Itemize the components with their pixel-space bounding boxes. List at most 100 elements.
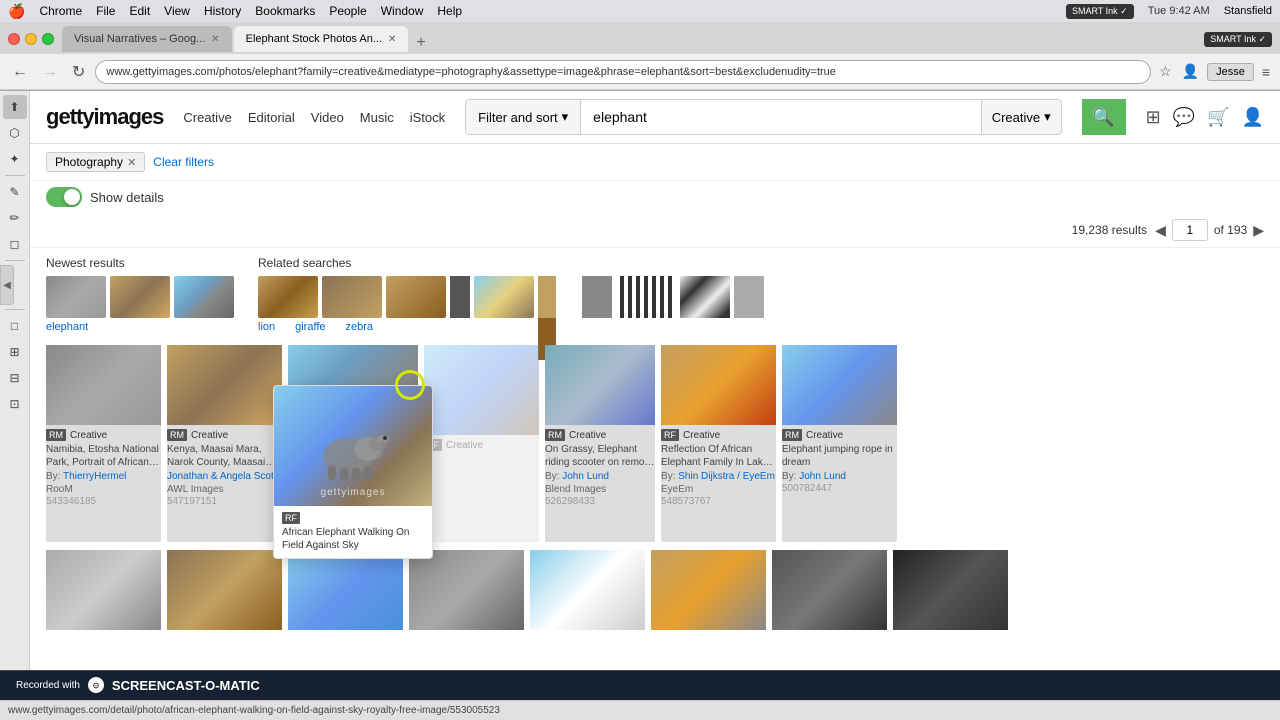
nav-istock[interactable]: iStock — [410, 110, 445, 125]
image-card-r2-8[interactable] — [893, 550, 1008, 630]
image-card-r2-7[interactable] — [772, 550, 887, 630]
smart-select-tool[interactable]: ✦ — [3, 147, 27, 171]
address-bar[interactable] — [95, 60, 1151, 84]
highlighter-tool[interactable]: ✏ — [3, 206, 27, 230]
image-card-4[interactable]: RF Creative — [424, 345, 539, 542]
nav-creative[interactable]: Creative — [183, 110, 231, 125]
image-author-link-5[interactable]: John Lund — [562, 471, 609, 482]
account-icon[interactable]: 👤 — [1242, 107, 1264, 128]
related-thumb-zebra2[interactable] — [680, 276, 730, 318]
menu-view[interactable]: View — [164, 4, 190, 18]
menu-file[interactable]: File — [96, 4, 115, 18]
image-agency-5: Blend Images — [545, 484, 655, 495]
pen-tool[interactable]: ✎ — [3, 180, 27, 204]
tab-1[interactable]: Visual Narratives – Goog... ✕ — [62, 26, 232, 52]
image-author-link-7[interactable]: John Lund — [799, 471, 846, 482]
image-card-r2-3[interactable] — [288, 550, 403, 630]
menu-window[interactable]: Window — [381, 4, 424, 18]
search-category-dropdown[interactable]: Creative ▾ — [981, 100, 1061, 134]
nav-video[interactable]: Video — [311, 110, 344, 125]
related-thumb-giraffe[interactable] — [474, 276, 534, 318]
eraser-tool[interactable]: ◻ — [3, 232, 27, 256]
menu-bookmarks[interactable]: Bookmarks — [255, 4, 315, 18]
related-thumb-4[interactable] — [450, 276, 470, 318]
newest-thumb-3[interactable] — [174, 276, 234, 318]
sidebar-collapse-button[interactable]: ◀ — [0, 265, 14, 305]
image-card-r2-4[interactable] — [409, 550, 524, 630]
browser-toolbar: ← → ↻ ☆ 👤 Jesse ≡ — [0, 54, 1280, 90]
close-button[interactable] — [8, 33, 20, 45]
tab-2-close[interactable]: ✕ — [388, 34, 396, 45]
image-card-r2-1[interactable] — [46, 550, 161, 630]
menu-help[interactable]: Help — [437, 4, 462, 18]
profile-icon[interactable]: 👤 — [1180, 61, 1201, 82]
settings-icon[interactable]: ≡ — [1260, 62, 1272, 82]
apple-menu[interactable]: 🍎 — [8, 3, 25, 20]
reload-button[interactable]: ↻ — [68, 60, 89, 84]
image-card-2[interactable]: RM Creative Kenya, Maasai Mara, Narok Co… — [167, 345, 282, 542]
image-author-link-6[interactable]: Shin Dijkstra / EyeEm — [678, 471, 775, 482]
related-thumb-lion3[interactable] — [386, 276, 446, 318]
image-card-7[interactable]: RM Creative Elephant jumping rope in dre… — [782, 345, 897, 542]
search-input[interactable] — [581, 100, 981, 134]
image-card-1[interactable]: RM Creative Namibia, Etosha National Par… — [46, 345, 161, 542]
extra-tool-2[interactable]: ⊟ — [3, 366, 27, 390]
clear-filters-link[interactable]: Clear filters — [153, 155, 214, 169]
menu-people[interactable]: People — [329, 4, 366, 18]
newest-thumb-2[interactable] — [110, 276, 170, 318]
extra-tool-1[interactable]: ⊞ — [3, 340, 27, 364]
menu-chrome[interactable]: Chrome — [39, 4, 82, 18]
cursor-tool[interactable]: ⬆ — [3, 95, 27, 119]
show-details-toggle[interactable] — [46, 187, 82, 207]
related-thumb-zebra[interactable] — [616, 276, 676, 318]
image-card-r2-6[interactable] — [651, 550, 766, 630]
menu-history[interactable]: History — [204, 4, 241, 18]
shapes-tool[interactable]: □ — [3, 314, 27, 338]
new-tab-button[interactable]: + — [410, 34, 431, 52]
maximize-button[interactable] — [42, 33, 54, 45]
image-badge-1: RM Creative — [46, 429, 161, 441]
bookmark-icon[interactable]: ☆ — [1157, 61, 1174, 82]
related-thumb-5[interactable] — [538, 276, 556, 318]
menu-edit[interactable]: Edit — [129, 4, 150, 18]
back-button[interactable]: ← — [8, 61, 32, 83]
tab-2[interactable]: Elephant Stock Photos An... ✕ — [234, 26, 409, 52]
chat-icon[interactable]: 💬 — [1173, 107, 1195, 128]
lion-link[interactable]: lion — [258, 321, 275, 333]
zebra-link[interactable]: zebra — [346, 321, 374, 333]
prev-page-button[interactable]: ◀ — [1155, 222, 1166, 239]
image-author-link-1[interactable]: ThierryHermel — [63, 471, 126, 482]
filter-tag-label: Photography — [55, 155, 123, 169]
related-thumb-lion1[interactable] — [258, 276, 318, 318]
elephant-link[interactable]: elephant — [46, 321, 234, 333]
tab-1-close[interactable]: ✕ — [211, 34, 219, 45]
next-page-button[interactable]: ▶ — [1253, 222, 1264, 239]
image-card-6[interactable]: RF Creative Reflection Of African Elepha… — [661, 345, 776, 542]
search-button[interactable]: 🔍 — [1082, 99, 1126, 135]
image-card-3[interactable]: ℹ 🛒 ⊞ RF Creative An African Elephant Wa… — [288, 345, 418, 542]
image-id-7: 500782447 — [782, 483, 897, 494]
minimize-button[interactable] — [25, 33, 37, 45]
filter-sort-button[interactable]: Filter and sort ▾ — [466, 100, 581, 134]
forward-button[interactable]: → — [38, 61, 62, 83]
image-author-link-2[interactable]: Jonathan & Angela Scott — [167, 471, 277, 482]
page-input[interactable] — [1172, 219, 1208, 241]
cart-icon[interactable]: 🛒 — [1207, 107, 1229, 128]
filter-tag-close-icon[interactable]: ✕ — [127, 156, 136, 169]
popup-info: RF African Elephant Walking On Field Aga… — [274, 506, 432, 558]
nav-music[interactable]: Music — [360, 110, 394, 125]
lasso-tool[interactable]: ⬡ — [3, 121, 27, 145]
related-thumb-7[interactable] — [734, 276, 764, 318]
newest-thumb-1[interactable] — [46, 276, 106, 318]
nav-editorial[interactable]: Editorial — [248, 110, 295, 125]
extra-tool-3[interactable]: ⊡ — [3, 392, 27, 416]
grid-view-icon[interactable]: ⊞ — [1146, 107, 1161, 128]
giraffe-link[interactable]: giraffe — [295, 321, 325, 333]
image-card-r2-5[interactable] — [530, 550, 645, 630]
user-badge[interactable]: Jesse — [1207, 63, 1254, 81]
image-card-r2-2[interactable] — [167, 550, 282, 630]
related-thumb-misc[interactable] — [582, 276, 612, 318]
image-card-5[interactable]: RM Creative On Grassy, Elephant riding s… — [545, 345, 655, 542]
image-info-4: RF Creative — [424, 435, 539, 457]
related-thumb-lion2[interactable] — [322, 276, 382, 318]
